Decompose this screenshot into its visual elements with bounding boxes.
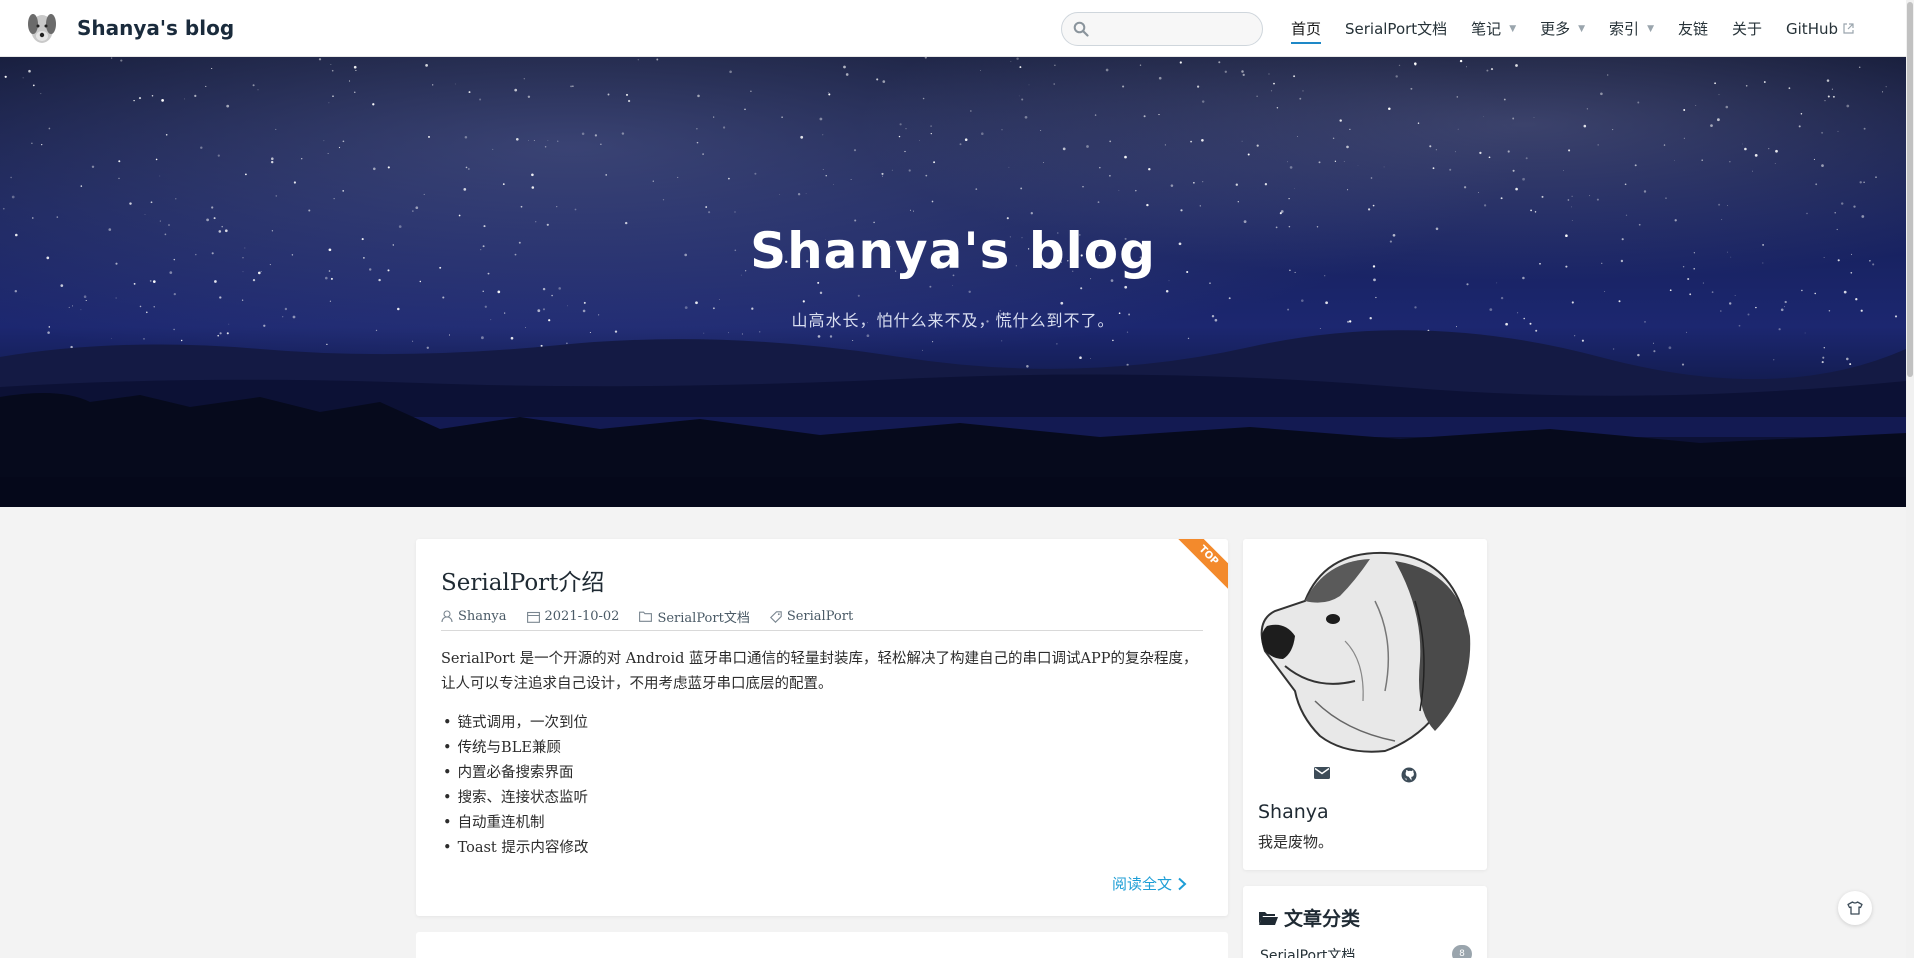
nav-more-label: 更多: [1540, 20, 1571, 38]
categories-title-text: 文章分类: [1284, 908, 1361, 930]
feature-list: 链式调用，一次到位 传统与BLE兼顾 内置必备搜索界面 搜索、连接状态监听 自动…: [443, 711, 589, 861]
category-item[interactable]: SerialPort文档: [1260, 945, 1355, 958]
post-meta: Shanya 2021-10-02 SerialPort文档 SerialPor…: [441, 607, 873, 626]
caret-down-icon: ▼: [1647, 23, 1654, 34]
hero-banner: Shanya's blog 山高水长，怕什么来不及，慌什么到不了。: [0, 57, 1906, 507]
post-title[interactable]: SerialPort介绍: [441, 563, 604, 597]
calendar-icon: [526, 611, 540, 623]
category-count-badge: 8: [1452, 945, 1472, 958]
nav-friends[interactable]: 友链: [1678, 14, 1708, 44]
nav-friends-label: 友链: [1677, 20, 1708, 38]
list-item: 内置必备搜索界面: [443, 761, 588, 786]
folder-open-icon: [1259, 911, 1278, 925]
site-logo[interactable]: [22, 8, 62, 48]
github-icon[interactable]: [1401, 767, 1417, 783]
post-tag-text: SerialPort: [786, 609, 854, 624]
post-excerpt: SerialPort 是一个开源的对 Android 蓝牙串口通信的轻量封装库，…: [441, 651, 1198, 692]
nav-serialport-docs[interactable]: SerialPort文档: [1345, 14, 1447, 44]
post-divider: [441, 630, 1203, 631]
categories-title: 文章分类: [1258, 904, 1360, 931]
nav-home[interactable]: 首页: [1290, 14, 1321, 44]
nav-github[interactable]: GitHub: [1786, 14, 1854, 44]
profile-card: Shanya 我是废物。: [1243, 539, 1487, 870]
author-name: Shanya: [1258, 801, 1329, 823]
starfield-background: [0, 57, 1906, 507]
nav-index-label: 索引: [1609, 20, 1640, 38]
user-icon: [441, 610, 453, 623]
hero-subtitle: 山高水长，怕什么来不及，慌什么到不了。: [791, 311, 1115, 330]
search-box[interactable]: [1060, 11, 1263, 46]
search-icon: [1073, 21, 1089, 37]
author-bio: 我是废物。: [1258, 833, 1334, 851]
search-input[interactable]: [1094, 20, 1255, 37]
categories-card: 文章分类 SerialPort文档 8: [1243, 886, 1487, 958]
top-badge: TOP: [1173, 539, 1228, 591]
main-nav: 首页 SerialPort文档 笔记 ▼ 更多 ▼ 索引 ▼ 友链 关于 GitHub: [1060, 0, 1866, 57]
post-card: TOP SerialPort介绍 Shanya 2021-10-02 Seria…: [416, 539, 1228, 916]
social-links: [1243, 767, 1487, 783]
list-item: Toast 提示内容修改: [443, 836, 589, 861]
mail-icon[interactable]: [1313, 767, 1330, 779]
page-scrollbar[interactable]: [1906, 0, 1914, 958]
top-navbar: Shanya's blog 首页 SerialPort文档 笔记 ▼ 更多 ▼ 索引…: [0, 0, 1906, 57]
nav-about-label: 关于: [1732, 20, 1763, 38]
site-title[interactable]: Shanya's blog: [77, 16, 234, 40]
tag-icon: [769, 610, 782, 623]
nav-serialport-docs-label: SerialPort文档: [1344, 20, 1448, 38]
caret-down-icon: ▼: [1509, 23, 1517, 34]
external-link-icon: [1843, 23, 1854, 34]
list-item: 链式调用，一次到位: [443, 711, 589, 736]
author-avatar: [1245, 541, 1483, 759]
hero-title: Shanya's blog: [750, 222, 1156, 280]
read-more-link[interactable]: 阅读全文: [1112, 873, 1188, 894]
next-post-card: [416, 932, 1228, 958]
theme-toggle-button[interactable]: [1838, 891, 1872, 925]
folder-icon: [639, 611, 653, 622]
list-item: 自动重连机制: [443, 811, 588, 836]
list-item: 搜索、连接状态监听: [443, 786, 589, 811]
post-category[interactable]: SerialPort文档: [639, 607, 750, 626]
nav-github-label: GitHub: [1786, 19, 1838, 38]
post-category-text: SerialPort文档: [657, 611, 750, 626]
post-author-name: Shanya: [458, 609, 507, 624]
post-date-text: 2021-10-02: [544, 609, 620, 624]
caret-down-icon: ▼: [1578, 23, 1586, 34]
nav-about[interactable]: 关于: [1732, 14, 1762, 44]
post-tag[interactable]: SerialPort: [769, 609, 854, 624]
nav-notes[interactable]: 笔记 ▼: [1471, 14, 1516, 44]
list-item: 传统与BLE兼顾: [443, 736, 588, 761]
post-author[interactable]: Shanya: [441, 609, 507, 624]
shirt-icon: [1847, 901, 1863, 915]
scrollbar-thumb[interactable]: [1907, 2, 1913, 377]
read-more-label: 阅读全文: [1111, 875, 1172, 893]
nav-home-label: 首页: [1290, 20, 1321, 38]
nav-more[interactable]: 更多 ▼: [1540, 14, 1585, 44]
chevron-right-icon: [1178, 877, 1187, 890]
nav-notes-label: 笔记: [1471, 20, 1502, 38]
nav-index[interactable]: 索引 ▼: [1609, 14, 1654, 44]
post-date: 2021-10-02: [526, 609, 620, 624]
